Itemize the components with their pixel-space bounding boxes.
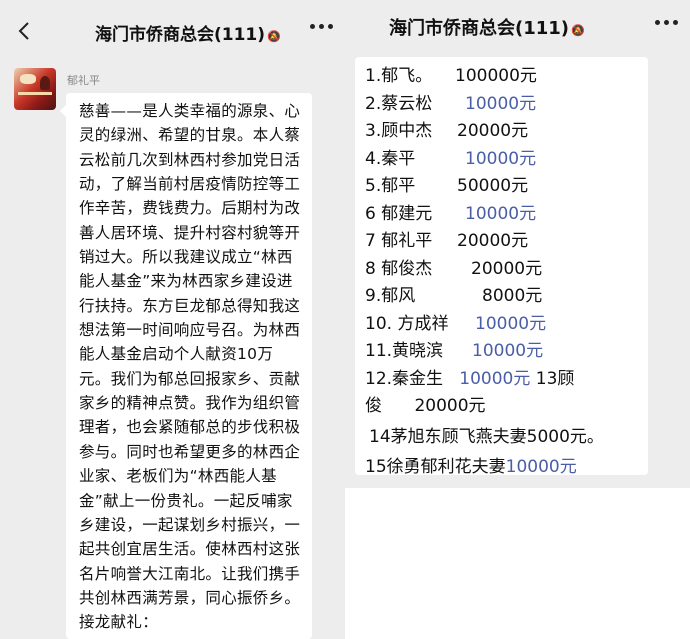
donation-list: 1.郁飞。 100000元 2.蔡云松 10000元 3.顾中杰 20000元 4.秦… bbox=[355, 57, 648, 482]
donation-list-bubble[interactable]: 1.郁飞。 100000元 2.蔡云松 10000元 3.顾中杰 20000元 4.秦… bbox=[355, 57, 648, 477]
chat-title: 海门市侨商总会(111) 🔕 bbox=[389, 14, 585, 40]
list-item: 14茅旭东顾飞燕夫妻5000元。 bbox=[369, 426, 604, 447]
list-item: 9.郁风 8000元 bbox=[365, 286, 543, 306]
blank-area bbox=[345, 488, 690, 639]
list-item: 8 郁俊杰 20000元 bbox=[365, 258, 543, 279]
list-item: 11.黄晓滨 10000元 bbox=[365, 341, 544, 361]
group-name: 海门市侨商总会 bbox=[95, 25, 214, 45]
list-item: 1.郁飞。 100000元 bbox=[365, 66, 537, 86]
list-item: 4.秦平 10000元 bbox=[365, 148, 537, 169]
chat-header: 海门市侨商总会(111) 🔕 bbox=[345, 0, 690, 62]
member-count: (111) bbox=[214, 25, 266, 45]
list-item: 15徐勇郁利花夫妻10000元 bbox=[365, 457, 577, 477]
chat-screen-left: 海门市侨商总会(111) 🔕 郁礼平 慈善——是人类幸福的源泉、心灵的绿洲、希望的… bbox=[0, 0, 345, 639]
list-item: 10. 方成祥 10000元 bbox=[365, 313, 547, 334]
message-bubble[interactable]: 慈善——是人类幸福的源泉、心灵的绿洲、希望的甘泉。本人蔡云松前几次到林西村参加党… bbox=[60, 93, 312, 639]
list-item: 6 郁建元 10000元 bbox=[365, 203, 537, 224]
list-item: 7 郁礼平 20000元 bbox=[365, 231, 529, 251]
list-item: 12.秦金生 10000元 13顾俊 20000元 bbox=[365, 368, 575, 417]
chat-title: 海门市侨商总会(111) 🔕 bbox=[95, 20, 281, 45]
chat-screen-right: 海门市侨商总会(111) 🔕 1.郁飞。 100000元 2.蔡云松 10000元 3… bbox=[345, 0, 690, 639]
mute-icon: 🔕 bbox=[571, 24, 585, 37]
mute-icon: 🔕 bbox=[267, 30, 281, 43]
member-count: (111) bbox=[515, 18, 570, 39]
list-item: 2.蔡云松 10000元 bbox=[365, 93, 537, 114]
avatar[interactable] bbox=[14, 68, 56, 110]
back-arrow-icon[interactable] bbox=[14, 20, 36, 42]
more-options-icon[interactable] bbox=[655, 20, 678, 25]
sender-name: 郁礼平 bbox=[67, 74, 100, 87]
list-item: 3.顾中杰 20000元 bbox=[365, 121, 529, 141]
list-item: 5.郁平 50000元 bbox=[365, 176, 529, 196]
more-options-icon[interactable] bbox=[310, 24, 333, 29]
message-text: 慈善——是人类幸福的源泉、心灵的绿洲、希望的甘泉。本人蔡云松前几次到林西村参加党… bbox=[79, 102, 301, 632]
chat-header: 海门市侨商总会(111) 🔕 bbox=[0, 0, 345, 62]
group-name: 海门市侨商总会 bbox=[389, 18, 515, 39]
